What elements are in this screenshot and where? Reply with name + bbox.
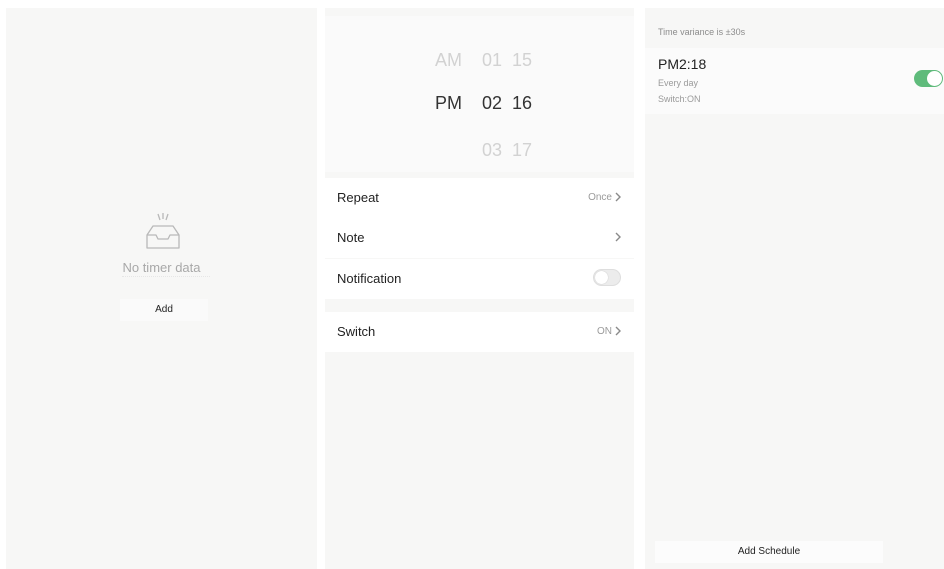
timer-list-panel: No timer data Add — [6, 8, 317, 569]
time-picker[interactable]: AM PM 01 02 03 15 16 17 — [325, 16, 634, 172]
notification-label: Notification — [337, 271, 402, 286]
note-row[interactable]: Note — [325, 218, 634, 258]
minute-selected[interactable]: 16 — [512, 93, 532, 114]
repeat-label: Repeat — [337, 190, 379, 205]
chevron-right-icon — [615, 192, 621, 202]
add-timer-button[interactable]: Add — [120, 299, 208, 321]
switch-label: Switch — [337, 324, 376, 339]
toggle-knob — [927, 71, 942, 86]
schedule-switch-state: Switch:ON — [658, 94, 701, 104]
schedule-list-panel: Time variance is ±30s PM2:18 Every day S… — [645, 8, 944, 569]
hour-selected[interactable]: 02 — [482, 93, 502, 114]
hour-option[interactable]: 03 — [482, 140, 502, 161]
switch-value: ON — [597, 326, 612, 337]
chevron-right-icon — [615, 232, 621, 242]
schedule-time: PM2:18 — [658, 56, 707, 72]
toggle-knob — [595, 271, 608, 284]
notification-row: Notification — [325, 259, 634, 299]
timer-edit-panel: AM PM 01 02 03 15 16 17 Repeat Once Note… — [325, 8, 634, 569]
minute-option[interactable]: 17 — [512, 140, 532, 161]
chevron-right-icon — [615, 326, 621, 336]
schedule-enable-toggle[interactable] — [914, 70, 943, 87]
hour-option[interactable]: 01 — [482, 50, 502, 71]
empty-state-text: No timer data — [122, 260, 201, 275]
add-schedule-button[interactable]: Add Schedule — [655, 541, 883, 563]
ampm-selected[interactable]: PM — [435, 93, 462, 114]
minute-option[interactable]: 15 — [512, 50, 532, 71]
schedule-repeat: Every day — [658, 78, 699, 88]
repeat-row[interactable]: Repeat Once — [325, 178, 634, 218]
notification-toggle[interactable] — [593, 269, 621, 286]
schedule-item[interactable]: PM2:18 Every day Switch:ON — [645, 48, 944, 114]
ampm-option[interactable]: AM — [435, 50, 462, 71]
time-variance-note: Time variance is ±30s — [658, 27, 746, 37]
empty-state-divider — [122, 276, 210, 277]
repeat-value: Once — [588, 192, 612, 203]
switch-row[interactable]: Switch ON — [325, 312, 634, 352]
note-label: Note — [337, 230, 365, 245]
empty-inbox-icon — [146, 213, 180, 249]
